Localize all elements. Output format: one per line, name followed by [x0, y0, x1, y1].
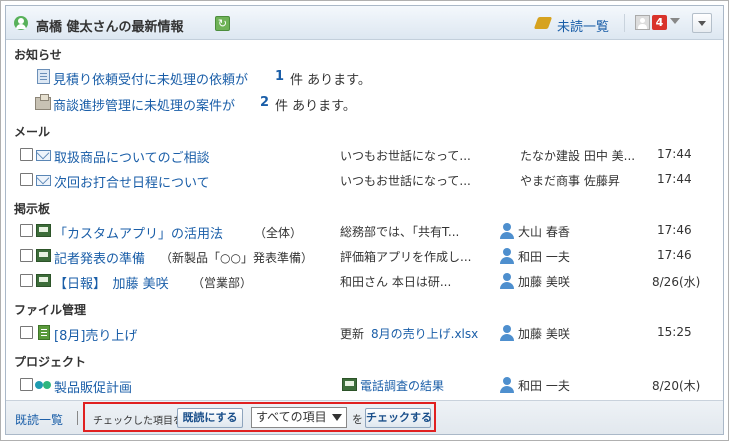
board-subject-link[interactable]: 記者発表の準備 [54, 248, 145, 267]
board-row: 「カスタムアプリ」の活用法 （全体） 総務部では、「共有T... 大山 春香 1… [6, 220, 723, 242]
read-list-link[interactable]: 既読一覧 [15, 411, 63, 428]
mail-icon [36, 175, 51, 186]
section-title-project: プロジェクト [14, 355, 87, 369]
person-icon [500, 377, 514, 393]
row-checkbox[interactable] [20, 249, 33, 262]
mail-subject-link[interactable]: 次回お打合せ日程について [54, 172, 210, 191]
file-author[interactable]: 加藤 美咲 [518, 325, 570, 342]
mail-row: 取扱商品についてのご相談 いつもお世話になって... たなか建設 田中 美...… [6, 144, 723, 166]
panel-header: 高橋 健太さんの最新情報 ↻ 未読一覧 4 [6, 6, 723, 40]
board-preview: 総務部では、「共有T... [340, 225, 460, 239]
project-task-link[interactable]: 電話調査の結果 [360, 377, 444, 394]
user-icon [14, 16, 28, 30]
mail-preview: いつもお世話になって... [340, 149, 471, 163]
item-scope-select-value: すべての項目 [256, 410, 327, 424]
notice-item: 見積り依頼受付に未処理の依頼が 1 件 あります。 [6, 66, 723, 88]
unread-tag-icon [533, 17, 553, 29]
board-preview: 評価箱アプリを作成し... [340, 250, 472, 264]
latest-info-panel: 高橋 健太さんの最新情報 ↻ 未読一覧 4 お知らせ 見積り依頼受付に未処理の依… [5, 5, 724, 435]
notification-count-badge[interactable]: 4 [652, 15, 667, 30]
notice-text-link[interactable]: 商談進捗管理に未処理の案件が [53, 95, 235, 114]
mail-sender: やまだ商事 佐藤昇 [520, 174, 620, 188]
section-title-board: 掲示板 [14, 202, 51, 216]
file-subject-link[interactable]: [8月]売り上げ [54, 325, 137, 344]
mail-subject-link[interactable]: 取扱商品についてのご相談 [54, 147, 210, 166]
section-title-notice: お知らせ [14, 48, 62, 62]
mail-row: 次回お打合せ日程について いつもお世話になって... やまだ商事 佐藤昇 17:… [6, 169, 723, 191]
panel-title: 高橋 健太さんの最新情報 [36, 20, 184, 35]
section-title-mail: メール [14, 125, 51, 139]
window-frame: 高橋 健太さんの最新情報 ↻ 未読一覧 4 お知らせ 見積り依頼受付に未処理の依… [0, 0, 729, 441]
row-checkbox[interactable] [20, 378, 33, 391]
board-category: （新製品「○○」発表準備） [160, 251, 313, 265]
board-category: （営業部） [192, 276, 253, 290]
package-icon [35, 94, 51, 110]
board-subject-link[interactable]: 【日報】 加藤 美咲 [54, 273, 169, 292]
unread-list-link[interactable]: 未読一覧 [557, 16, 609, 35]
row-checkbox[interactable] [20, 274, 33, 287]
board-author[interactable]: 和田 一夫 [518, 248, 570, 265]
notice-count[interactable]: 2 [260, 95, 269, 110]
notice-count[interactable]: 1 [275, 69, 284, 84]
person-icon [500, 325, 514, 341]
row-checkbox[interactable] [20, 173, 33, 186]
notice-item: 商談進捗管理に未処理の案件が 2 件 あります。 [6, 92, 723, 114]
board-time: 8/26(水) [652, 275, 701, 289]
mail-time: 17:44 [657, 172, 692, 186]
item-scope-select[interactable]: すべての項目 [251, 407, 347, 428]
row-checkbox[interactable] [20, 326, 33, 339]
footer-divider [77, 411, 78, 425]
refresh-icon[interactable]: ↻ [215, 16, 230, 31]
mark-read-button[interactable]: 既読にする [177, 408, 243, 428]
board-time: 17:46 [657, 223, 692, 237]
board-author[interactable]: 大山 春香 [518, 223, 570, 240]
file-name-link[interactable]: 8月の売り上げ.xlsx [371, 325, 478, 342]
checked-items-label: チェックした項目を [93, 416, 183, 427]
board-row: 記者発表の準備 （新製品「○○」発表準備） 評価箱アプリを作成し... 和田 一… [6, 245, 723, 267]
mail-preview: いつもお世話になって... [340, 174, 471, 188]
board-author[interactable]: 加藤 美咲 [518, 273, 570, 290]
file-row: [8月]売り上げ 更新 8月の売り上げ.xlsx 加藤 美咲 15:25 [6, 322, 723, 344]
mail-sender: たなか建設 田中 美... [520, 149, 636, 163]
file-icon [38, 325, 50, 340]
notice-text-link[interactable]: 見積り依頼受付に未処理の依頼が [53, 69, 248, 88]
notice-suffix: 件 あります。 [290, 73, 371, 88]
project-icon [35, 378, 52, 391]
file-update-label: 更新 [340, 327, 365, 341]
board-time: 17:46 [657, 248, 692, 262]
project-subject-link[interactable]: 製品販促計画 [54, 377, 132, 396]
panel-menu-button[interactable] [692, 13, 712, 33]
document-icon [37, 69, 50, 84]
project-row: 製品販促計画 電話調査の結果 和田 一夫 8/20(木) [6, 374, 723, 396]
task-icon [342, 378, 357, 391]
board-row: 【日報】 加藤 美咲 （営業部） 和田さん 本日は研... 加藤 美咲 8/26… [6, 270, 723, 292]
panel-footer: 既読一覧 チェックした項目を 既読にする すべての項目 を チェックする [6, 400, 723, 434]
board-subject-link[interactable]: 「カスタムアプリ」の活用法 [54, 223, 223, 242]
person-icon [500, 223, 514, 239]
chevron-down-icon [332, 414, 342, 421]
bulletin-board-icon [36, 274, 51, 287]
project-author[interactable]: 和田 一夫 [518, 377, 570, 394]
bulletin-board-icon [36, 249, 51, 262]
check-button[interactable]: チェックする [365, 408, 432, 428]
mail-icon [36, 150, 51, 161]
row-checkbox[interactable] [20, 224, 33, 237]
bulletin-board-icon [36, 224, 51, 237]
file-time: 15:25 [657, 325, 692, 339]
wo-label: を [352, 413, 363, 426]
notification-avatar-icon[interactable] [635, 15, 650, 30]
project-time: 8/20(木) [652, 379, 701, 393]
mail-time: 17:44 [657, 147, 692, 161]
board-category: （全体） [254, 226, 303, 240]
person-icon [500, 273, 514, 289]
section-title-files: ファイル管理 [14, 303, 87, 317]
person-icon [500, 248, 514, 264]
notification-dropdown-icon[interactable] [670, 18, 680, 24]
header-divider [624, 14, 625, 32]
notice-suffix: 件 あります。 [275, 99, 356, 114]
bulk-action-highlight: チェックした項目を 既読にする すべての項目 を チェックする [83, 402, 436, 432]
row-checkbox[interactable] [20, 148, 33, 161]
board-preview: 和田さん 本日は研... [340, 275, 452, 289]
